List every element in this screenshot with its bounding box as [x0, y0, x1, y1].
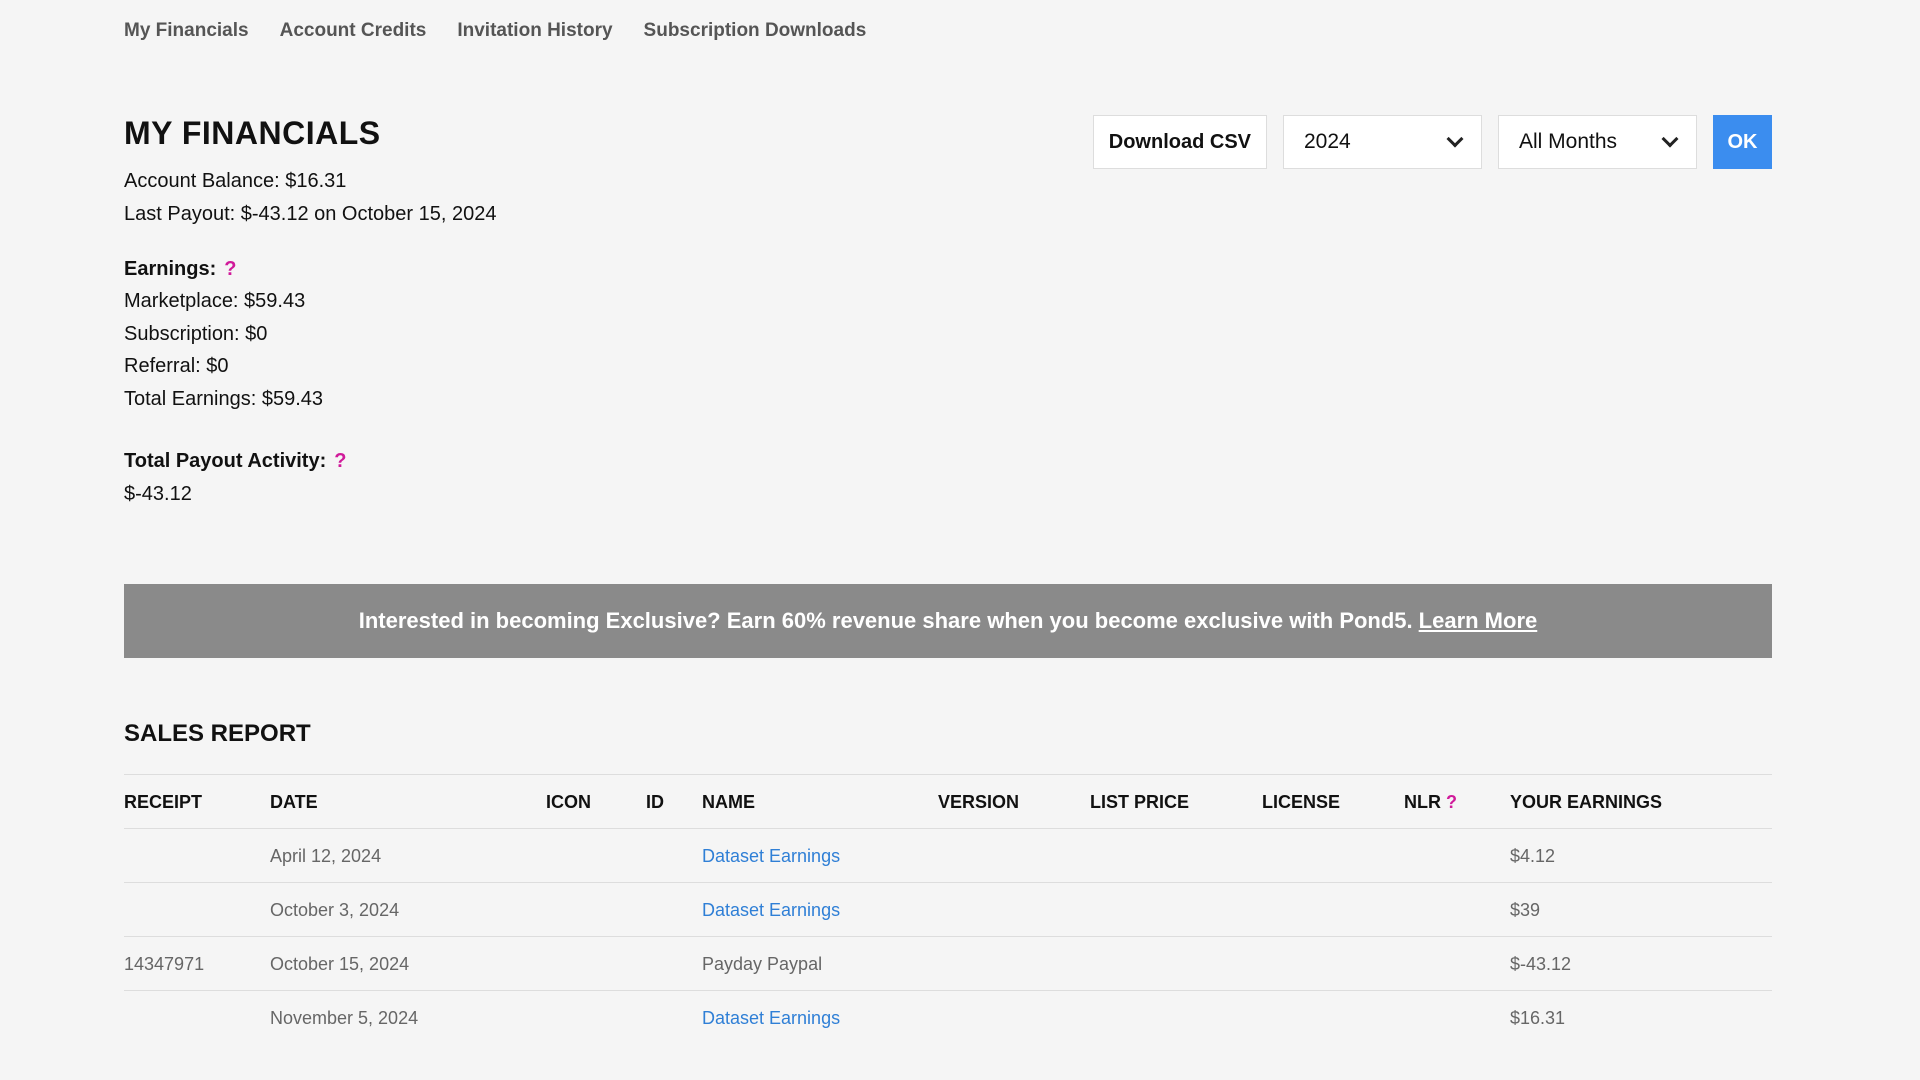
table-row: 14347971 October 15, 2024 Payday Paypal …	[124, 936, 1772, 990]
sales-report-title: SALES REPORT	[124, 720, 311, 747]
sales-report-table: RECEIPT DATE ICON ID NAME VERSION LIST P…	[124, 774, 1772, 1044]
col-nlr: NLR?	[1404, 775, 1457, 829]
banner-text: Interested in becoming Exclusive? Earn 6…	[358, 608, 1413, 633]
year-select[interactable]: 2024	[1283, 115, 1482, 169]
marketplace-earnings: Marketplace: $59.43	[124, 290, 306, 312]
payout-activity-heading: Total Payout Activity:?	[124, 450, 346, 473]
nav-subscription-downloads[interactable]: Subscription Downloads	[644, 20, 867, 42]
year-select-value: 2024	[1304, 130, 1351, 153]
payout-activity-value: $-43.12	[124, 483, 192, 505]
chevron-down-icon	[1661, 130, 1679, 148]
cell-earnings: $4.12	[1510, 845, 1556, 866]
earnings-help-icon[interactable]: ?	[224, 258, 236, 280]
learn-more-link[interactable]: Learn More	[1419, 608, 1538, 634]
payout-activity-label: Total Payout Activity:	[124, 450, 327, 472]
col-nlr-label: NLR	[1404, 791, 1441, 812]
nav-account-credits[interactable]: Account Credits	[280, 20, 427, 42]
table-row: October 3, 2024 Dataset Earnings $39	[124, 882, 1772, 936]
cell-name-link[interactable]: Dataset Earnings	[702, 883, 840, 937]
col-version: VERSION	[938, 791, 1020, 812]
cell-earnings: $39	[1510, 899, 1541, 920]
top-nav: My Financials Account Credits Invitation…	[124, 20, 866, 42]
page-title: MY FINANCIALS	[124, 115, 381, 151]
cell-name: Payday Paypal	[702, 953, 823, 974]
account-balance: Account Balance: $16.31	[124, 170, 347, 192]
cell-date: October 15, 2024	[270, 953, 410, 974]
col-date: DATE	[270, 791, 318, 812]
cell-name-link[interactable]: Dataset Earnings	[702, 991, 840, 1045]
cell-receipt: 14347971	[124, 953, 205, 974]
chevron-down-icon	[1446, 130, 1464, 148]
col-name: NAME	[702, 791, 755, 812]
col-license: LICENSE	[1262, 791, 1341, 812]
ok-button[interactable]: OK	[1713, 115, 1772, 169]
referral-earnings: Referral: $0	[124, 355, 229, 377]
month-select[interactable]: All Months	[1498, 115, 1697, 169]
cell-name-link[interactable]: Dataset Earnings	[702, 829, 840, 883]
cell-earnings: $16.31	[1510, 1007, 1566, 1028]
earnings-heading: Earnings:?	[124, 258, 236, 281]
col-receipt: RECEIPT	[124, 791, 203, 812]
report-controls: Download CSV 2024 All Months OK	[1092, 115, 1772, 169]
cell-date: April 12, 2024	[270, 845, 382, 866]
earnings-label: Earnings:	[124, 258, 217, 280]
col-your-earnings: YOUR EARNINGS	[1510, 791, 1663, 812]
subscription-earnings: Subscription: $0	[124, 323, 268, 345]
payout-help-icon[interactable]: ?	[334, 450, 346, 472]
col-icon: ICON	[546, 791, 591, 812]
total-earnings: Total Earnings: $59.43	[124, 388, 324, 410]
nlr-help-icon[interactable]: ?	[1446, 792, 1457, 813]
download-csv-button[interactable]: Download CSV	[1092, 115, 1267, 169]
table-row: November 5, 2024 Dataset Earnings $16.31	[124, 990, 1772, 1044]
cell-earnings: $-43.12	[1510, 953, 1572, 974]
month-select-value: All Months	[1519, 130, 1618, 153]
exclusive-banner: Interested in becoming Exclusive? Earn 6…	[124, 584, 1772, 658]
table-row: April 12, 2024 Dataset Earnings $4.12	[124, 828, 1772, 882]
cell-date: November 5, 2024	[270, 1007, 419, 1028]
nav-invitation-history[interactable]: Invitation History	[457, 20, 612, 42]
col-id: ID	[646, 791, 664, 812]
last-payout: Last Payout: $-43.12 on October 15, 2024	[124, 203, 497, 225]
cell-date: October 3, 2024	[270, 899, 400, 920]
nav-my-financials[interactable]: My Financials	[124, 20, 249, 42]
col-list-price: LIST PRICE	[1090, 791, 1190, 812]
table-header-row: RECEIPT DATE ICON ID NAME VERSION LIST P…	[124, 774, 1772, 828]
